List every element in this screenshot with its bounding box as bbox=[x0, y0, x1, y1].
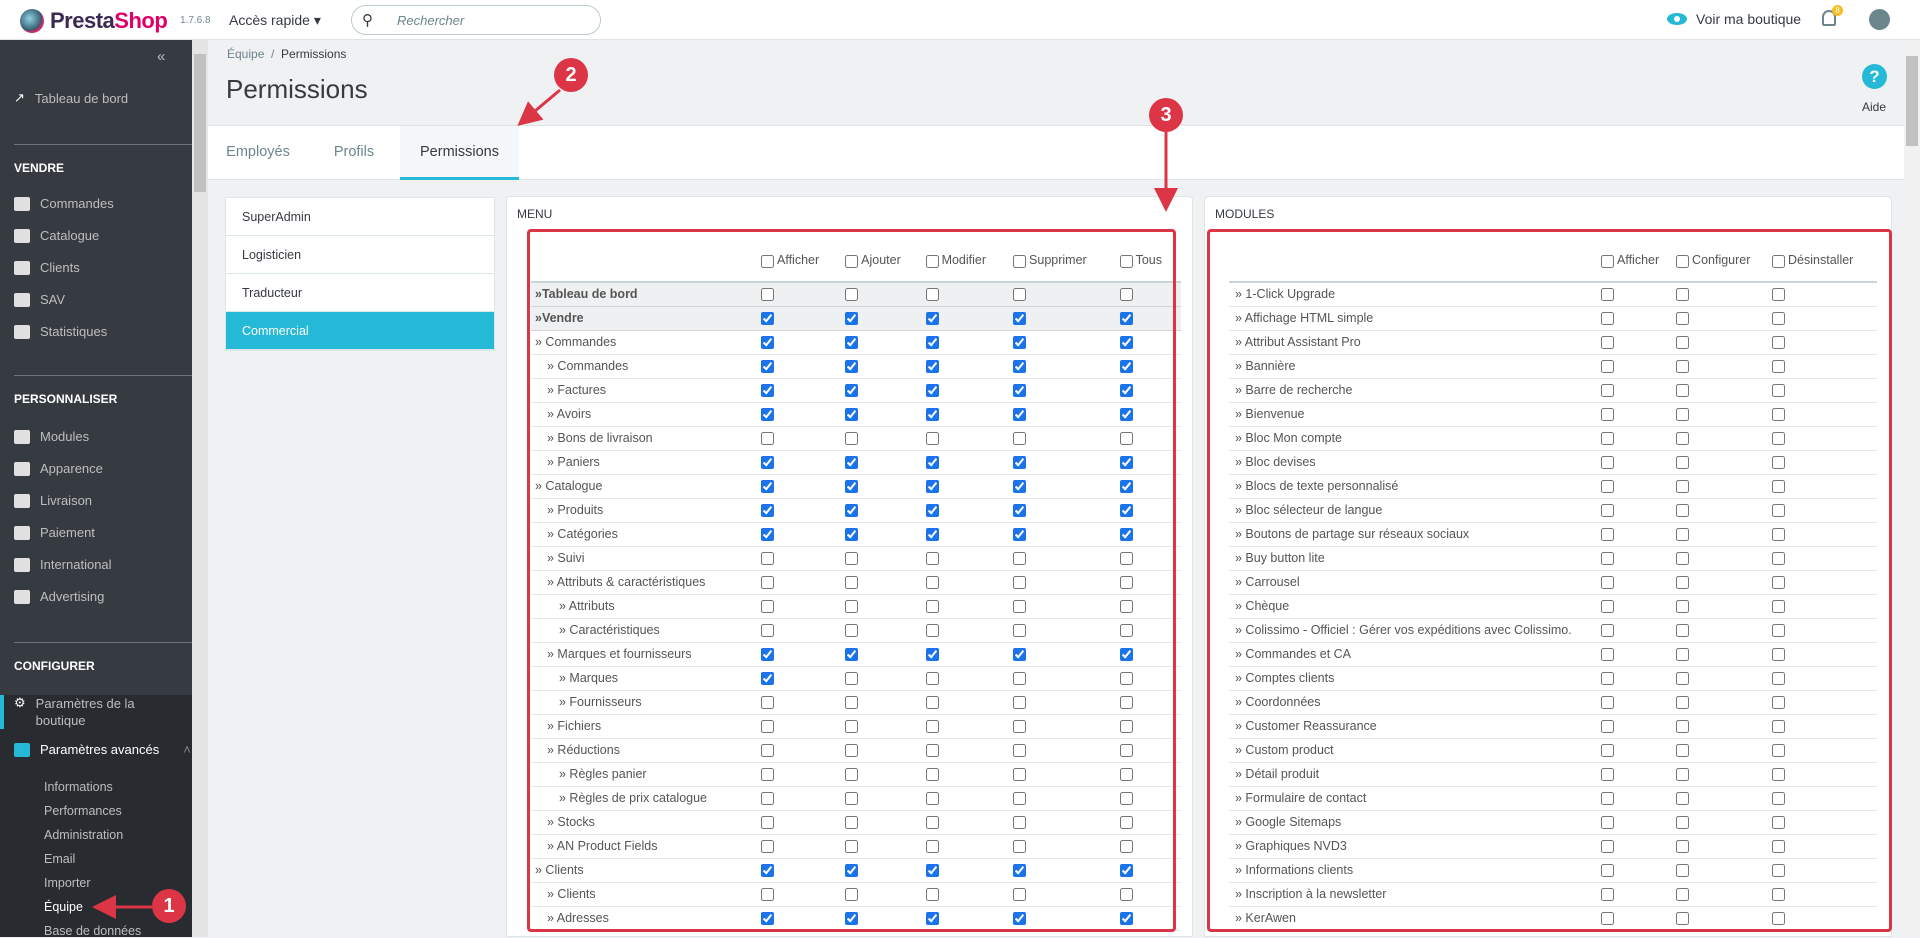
puffin-icon bbox=[20, 9, 44, 33]
search-icon: ⚲ bbox=[362, 12, 373, 29]
trend-icon: ↗ bbox=[14, 90, 25, 105]
clients-icon bbox=[14, 260, 30, 275]
divider bbox=[14, 375, 192, 376]
tab-profiles[interactable]: Profils bbox=[308, 126, 400, 180]
sidebar-item-clients[interactable]: Clients bbox=[14, 260, 80, 275]
sidebar-item-paiement[interactable]: Paiement bbox=[14, 525, 95, 540]
advertising-icon bbox=[14, 589, 30, 604]
profile-item[interactable]: Logisticien bbox=[226, 236, 494, 274]
sidebar-item-label: Tableau de bord bbox=[34, 90, 129, 106]
section-sell: VENDRE bbox=[14, 161, 65, 175]
submenu-item[interactable]: Email bbox=[44, 852, 75, 866]
notification-badge: 8 bbox=[1832, 5, 1843, 16]
sidebar-item-statistiques[interactable]: Statistiques bbox=[14, 324, 107, 339]
profile-item[interactable]: SuperAdmin bbox=[226, 198, 494, 236]
sidebar: « ↗ Tableau de bord VENDRE Commandes Catal… bbox=[0, 40, 192, 938]
apparence-icon bbox=[14, 461, 30, 476]
submenu-item[interactable]: Performances bbox=[44, 804, 122, 818]
profile-item[interactable]: Commercial bbox=[226, 312, 494, 350]
sidebar-item-sav[interactable]: SAV bbox=[14, 292, 65, 307]
annotation-1: 1 bbox=[152, 889, 186, 923]
profile-item[interactable]: Traducteur bbox=[226, 274, 494, 312]
search-input[interactable]: ⚲ Rechercher bbox=[351, 5, 601, 35]
sidebar-item-commandes[interactable]: Commandes bbox=[14, 196, 114, 211]
sidebar-item-dashboard[interactable]: ↗ Tableau de bord bbox=[14, 90, 128, 106]
sidebar-item-shop-parameters[interactable]: ⚙ Paramètres de la boutique bbox=[14, 695, 156, 729]
sidebar-scrollbar[interactable] bbox=[192, 40, 208, 937]
sidebar-item-label: Livraison bbox=[40, 493, 93, 508]
paiement-icon bbox=[14, 525, 30, 540]
statistiques-icon bbox=[14, 324, 30, 339]
sidebar-item-livraison[interactable]: Livraison bbox=[14, 493, 92, 508]
sidebar-item-label: Apparence bbox=[40, 461, 103, 476]
sidebar-item-advanced-parameters[interactable]: Paramètres avancés ˄ bbox=[14, 742, 191, 757]
livraison-icon bbox=[14, 493, 30, 508]
sidebar-item-label: SAV bbox=[40, 292, 66, 307]
sidebar-item-international[interactable]: International bbox=[14, 557, 112, 572]
sidebar-item-label: Modules bbox=[40, 429, 90, 444]
tab-employees[interactable]: Employés bbox=[208, 126, 308, 180]
profiles-list: SuperAdmin Logisticien Traducteur Commercia… bbox=[225, 197, 495, 351]
submenu-item[interactable]: Importer bbox=[44, 876, 91, 890]
tabs: Employés Profils Permissions bbox=[208, 125, 1920, 180]
advanced-gear-icon bbox=[14, 742, 30, 757]
menu-panel-title: MENU bbox=[517, 207, 553, 221]
search-placeholder: Rechercher bbox=[397, 13, 465, 28]
sav-icon bbox=[14, 292, 30, 307]
active-indicator bbox=[0, 695, 4, 729]
commandes-icon bbox=[14, 196, 30, 211]
collapse-sidebar-icon[interactable]: « bbox=[157, 48, 165, 65]
sidebar-item-label: Paiement bbox=[40, 525, 95, 540]
account-icon[interactable] bbox=[1869, 9, 1890, 30]
sidebar-item-label: Catalogue bbox=[40, 228, 100, 243]
highlight-modules-box bbox=[1207, 229, 1892, 932]
submenu-item[interactable]: Base de données bbox=[44, 924, 141, 938]
help-icon[interactable]: ? bbox=[1862, 64, 1887, 89]
submenu-item[interactable]: Équipe bbox=[44, 900, 83, 914]
annotation-3: 3 bbox=[1149, 98, 1183, 132]
tab-permissions[interactable]: Permissions bbox=[400, 126, 519, 180]
modules-icon bbox=[14, 429, 30, 444]
section-customize: PERSONNALISER bbox=[14, 392, 118, 406]
sidebar-item-label: Paramètres avancés bbox=[40, 742, 160, 757]
breadcrumb-current: Permissions bbox=[281, 47, 347, 61]
page-scrollbar[interactable] bbox=[1904, 40, 1920, 937]
quick-access-dropdown[interactable]: Accès rapide ▾ bbox=[229, 12, 321, 29]
breadcrumb-parent[interactable]: Équipe bbox=[227, 47, 264, 61]
view-shop-link[interactable]: Voir ma boutique bbox=[1667, 11, 1801, 27]
sidebar-item-advertising[interactable]: Advertising bbox=[14, 589, 104, 604]
international-icon bbox=[14, 557, 30, 572]
sidebar-item-apparence[interactable]: Apparence bbox=[14, 461, 103, 476]
sidebar-item-label: Statistiques bbox=[40, 324, 108, 339]
divider bbox=[14, 144, 192, 145]
divider bbox=[14, 642, 192, 643]
modules-panel-title: MODULES bbox=[1215, 207, 1275, 221]
help-label[interactable]: Aide bbox=[1862, 100, 1886, 114]
submenu-item[interactable]: Administration bbox=[44, 828, 123, 842]
gear-icon: ⚙ bbox=[14, 695, 26, 710]
highlight-menu-box bbox=[527, 229, 1176, 932]
breadcrumb: Équipe / Permissions bbox=[227, 47, 347, 61]
sidebar-item-catalogue[interactable]: Catalogue bbox=[14, 228, 99, 243]
section-configure: CONFIGURER bbox=[14, 659, 95, 673]
view-shop-label: Voir ma boutique bbox=[1696, 11, 1802, 27]
sidebar-item-label: Clients bbox=[40, 260, 80, 275]
arrow-2 bbox=[517, 88, 561, 126]
prestashop-logo[interactable]: PrestaShop bbox=[20, 8, 168, 34]
annotation-2: 2 bbox=[554, 58, 588, 92]
brand-a: Presta bbox=[50, 8, 115, 33]
sidebar-item-label: Advertising bbox=[40, 589, 105, 604]
eye-icon bbox=[1667, 13, 1687, 25]
top-bar: PrestaShop 1.7.6.8 Accès rapide ▾ ⚲ Reche… bbox=[0, 0, 1920, 40]
catalogue-icon bbox=[14, 228, 30, 243]
chevron-up-icon: ˄ bbox=[183, 742, 191, 757]
submenu-item[interactable]: Informations bbox=[44, 780, 113, 794]
version: 1.7.6.8 bbox=[180, 15, 211, 26]
sidebar-item-label: International bbox=[40, 557, 112, 572]
sidebar-item-label: Paramètres de la boutique bbox=[35, 696, 135, 728]
sidebar-item-modules[interactable]: Modules bbox=[14, 429, 89, 444]
page-title: Permissions bbox=[226, 74, 368, 104]
brand-b: Shop bbox=[114, 8, 168, 33]
sidebar-item-label: Commandes bbox=[40, 196, 114, 211]
